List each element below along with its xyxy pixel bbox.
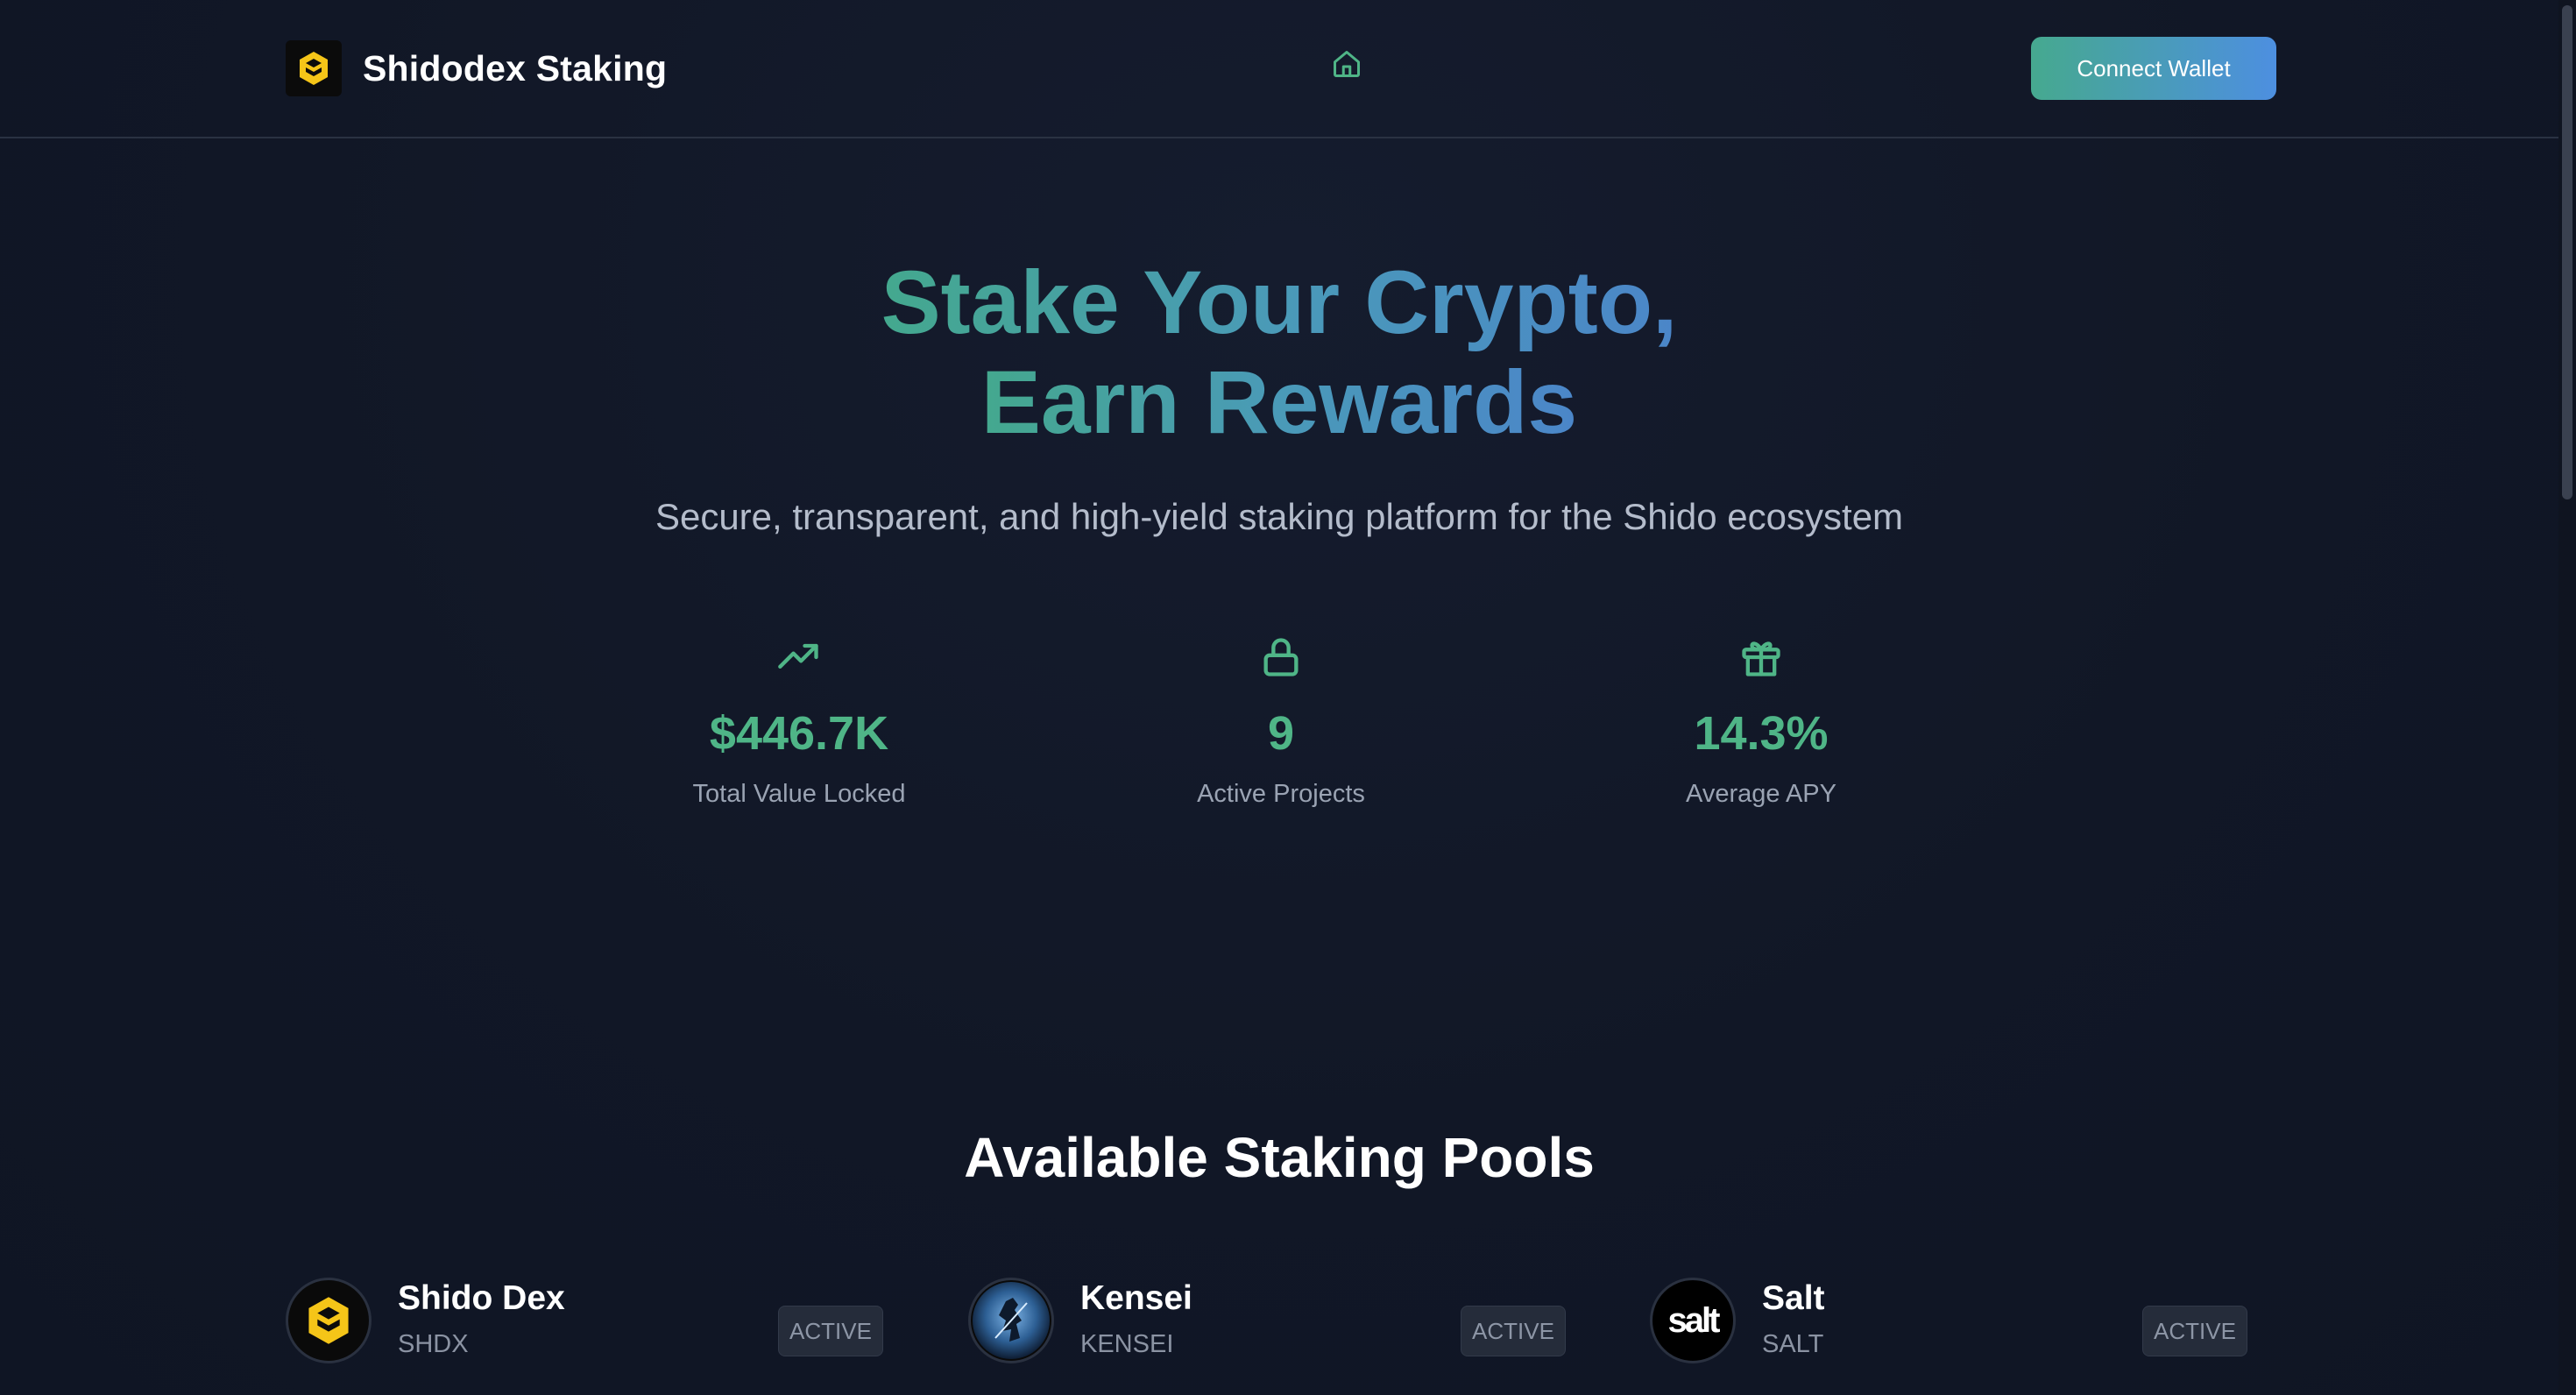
salt-logo-icon: salt [1650, 1278, 1736, 1363]
stat-value: 14.3% [1694, 707, 1829, 760]
hero-title-line2: Earn Rewards [980, 352, 1578, 452]
kensei-logo-icon [968, 1278, 1054, 1363]
connect-wallet-button[interactable]: Connect Wallet [2031, 37, 2276, 100]
pool-symbol: SALT [1762, 1330, 1824, 1358]
home-button[interactable] [1328, 46, 1365, 82]
stat-label: Active Projects [1197, 780, 1365, 808]
status-badge: ACTIVE [2142, 1306, 2247, 1356]
pool-card-shido-dex[interactable]: Shido Dex SHDX ACTIVE [286, 1278, 883, 1383]
stat-label: Average APY [1686, 780, 1836, 808]
pool-card-kensei[interactable]: Kensei KENSEI ACTIVE [968, 1278, 1566, 1383]
stat-average-apy: 14.3% Average APY [1577, 634, 1945, 809]
pool-name: Shido Dex [398, 1279, 565, 1317]
brand-name: Shidodex Staking [363, 47, 668, 89]
pool-name: Kensei [1080, 1279, 1192, 1317]
brand[interactable]: Shidodex Staking [286, 40, 667, 96]
shidodex-logo-icon [286, 40, 342, 96]
scrollbar-thumb[interactable] [2562, 5, 2572, 499]
stat-value: 9 [1267, 707, 1295, 760]
stat-total-value-locked: $446.7K Total Value Locked [615, 634, 983, 809]
lock-icon [1097, 634, 1465, 680]
pool-card-salt[interactable]: salt Salt SALT ACTIVE [1650, 1278, 2247, 1383]
page: Shidodex Staking Connect Wallet Stake Yo… [0, 0, 2576, 1395]
status-badge: ACTIVE [1461, 1306, 1566, 1356]
shido-dex-logo-icon [286, 1278, 372, 1363]
pool-name: Salt [1762, 1279, 1825, 1317]
hero-title: Stake Your Crypto, Earn Rewards [0, 252, 2558, 452]
stat-active-projects: 9 Active Projects [1097, 634, 1465, 809]
pools-section-title: Available Staking Pools [964, 1126, 1595, 1189]
trending-up-icon [615, 634, 983, 680]
hero-subtitle: Secure, transparent, and high-yield stak… [655, 496, 1904, 537]
top-nav: Shidodex Staking Connect Wallet [0, 0, 2558, 138]
gift-icon [1577, 634, 1945, 680]
pool-symbol: SHDX [398, 1330, 469, 1358]
status-badge: ACTIVE [778, 1306, 883, 1356]
hero-title-line1: Stake Your Crypto, [881, 252, 1678, 352]
pool-symbol: KENSEI [1080, 1330, 1174, 1358]
home-icon [1334, 51, 1360, 77]
stat-label: Total Value Locked [692, 780, 906, 808]
stat-value: $446.7K [709, 707, 889, 760]
